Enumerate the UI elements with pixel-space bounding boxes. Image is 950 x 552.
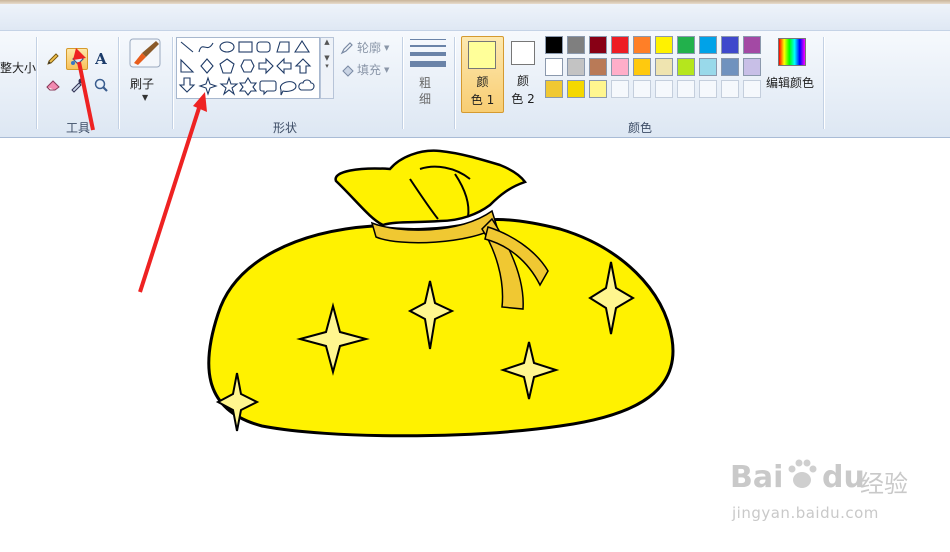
paw-icon: [788, 459, 817, 488]
watermark-brand-cn: 经验: [860, 470, 908, 498]
watermark-url: jingyan.baidu.com: [732, 504, 879, 522]
watermark-brand: Bai: [730, 460, 784, 495]
watermark-brand-suffix: du: [822, 460, 865, 495]
baidu-jingyan-watermark: Bai du 经验 jingyan.baidu.com: [730, 459, 930, 530]
annotation-arrow: [73, 48, 95, 131]
annotation-arrow: [138, 92, 207, 293]
